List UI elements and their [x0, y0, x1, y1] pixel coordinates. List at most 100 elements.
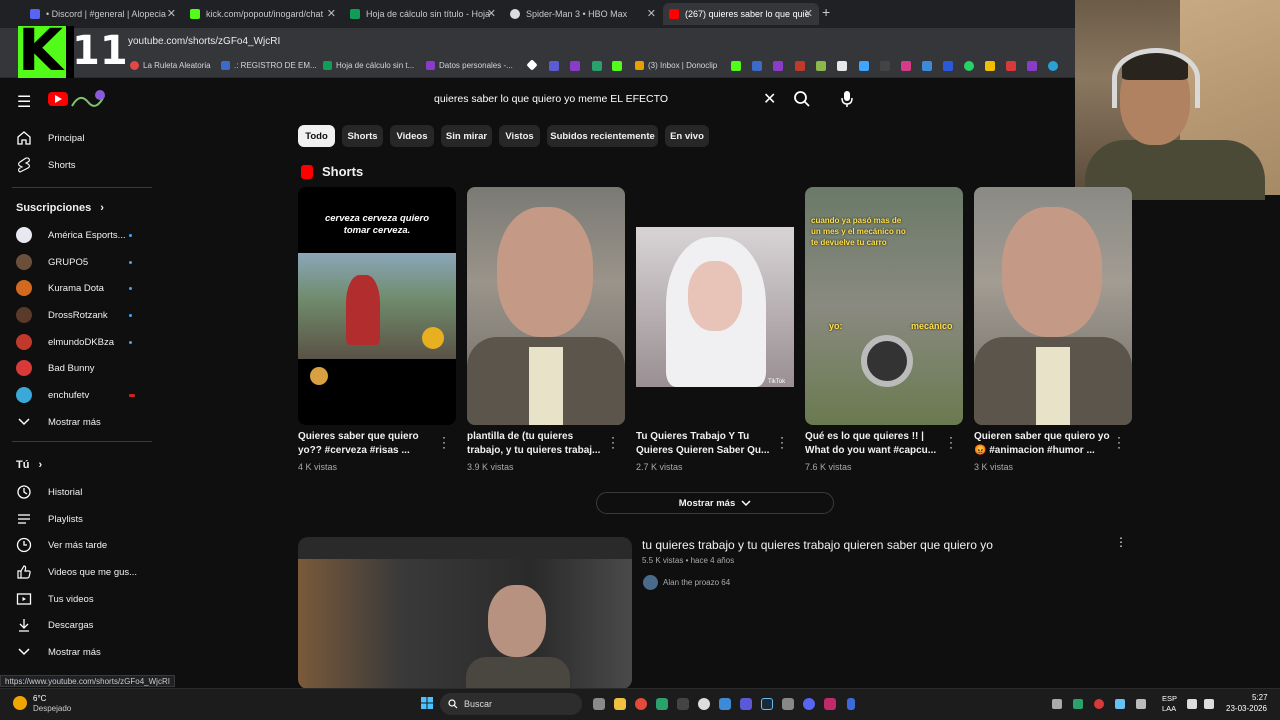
shorts-show-more-button[interactable]: Mostrar más [596, 492, 834, 514]
bookmark-icon[interactable] [773, 61, 783, 71]
app-icon[interactable] [782, 698, 794, 710]
bookmark-icon[interactable] [901, 61, 911, 71]
bookmark-icon[interactable] [795, 61, 805, 71]
short-thumbnail[interactable] [974, 187, 1132, 425]
app-icon[interactable] [847, 698, 855, 710]
more-options-icon[interactable]: ⋮ [1115, 535, 1127, 549]
search-input[interactable]: quieres saber lo que quiero yo meme EL E… [434, 93, 668, 105]
taskbar-search-input[interactable]: Buscar [464, 699, 492, 709]
discord-icon[interactable] [803, 698, 815, 710]
short-title[interactable]: plantilla de (tu quieres trabajo, y tu qu… [467, 430, 605, 458]
tray-icon[interactable] [1073, 699, 1083, 709]
sidebar-item-shorts[interactable]: Shorts [16, 156, 75, 174]
sidebar-sub-bad-bunny[interactable]: Bad Bunny [16, 359, 94, 377]
chrome-icon[interactable] [635, 698, 647, 710]
youtube-doodle-icon[interactable] [70, 88, 110, 110]
bookmark-registro[interactable]: .: REGISTRO DE EM... [221, 61, 317, 70]
chip-todo[interactable]: Todo [298, 125, 335, 147]
bookmark-icon[interactable] [837, 61, 847, 71]
menu-icon[interactable]: ☰ [17, 92, 31, 112]
clock-date[interactable]: 23-03-2026 [1226, 704, 1267, 713]
sidebar-sub-america-esports[interactable]: América Esports... [16, 226, 126, 244]
app-icon[interactable] [677, 698, 689, 710]
short-thumbnail[interactable] [467, 187, 625, 425]
sidebar-sub-enchufetv[interactable]: enchufetv [16, 386, 89, 404]
bookmark-hoja[interactable]: Hoja de cálculo sin t... [323, 61, 414, 70]
video-thumbnail[interactable] [298, 537, 632, 689]
short-title[interactable]: Qué es lo que quieres !! | What do you wa… [805, 430, 943, 458]
sidebar-sub-grupo5[interactable]: GRUPO5 [16, 253, 88, 271]
keyboard-layout[interactable]: LAA [1162, 704, 1176, 713]
bookmark-icon[interactable] [731, 61, 741, 71]
language-indicator[interactable]: ESP [1162, 694, 1177, 703]
app-icon[interactable] [824, 698, 836, 710]
chip-videos[interactable]: Videos [390, 125, 434, 147]
steam-icon[interactable] [761, 698, 773, 710]
close-tab-icon[interactable]: ✕ [327, 7, 336, 20]
channel-avatar[interactable] [643, 575, 658, 590]
steam-tray-icon[interactable] [1115, 699, 1125, 709]
sidebar-item-principal[interactable]: Principal [16, 129, 84, 147]
bookmark-icon[interactable] [880, 61, 890, 71]
bookmark-donoclip[interactable]: (3) Inbox | Donoclip [635, 61, 717, 70]
short-title[interactable]: Tu Quieres Trabajo Y Tu Quieres Quieren S… [636, 430, 774, 458]
task-view-icon[interactable] [593, 698, 605, 710]
sidebar-item-ver-mas-tarde[interactable]: Ver más tarde [16, 536, 107, 554]
more-options-icon[interactable]: · · · [440, 431, 448, 453]
more-options-icon[interactable]: · · · [609, 431, 617, 453]
app-icon[interactable] [698, 698, 710, 710]
search-icon[interactable] [793, 90, 811, 108]
chip-shorts[interactable]: Shorts [342, 125, 383, 147]
short-thumbnail[interactable]: cerveza cerveza quiero tomar cerveza. [298, 187, 456, 425]
wifi-icon[interactable] [1187, 699, 1197, 709]
microphone-icon[interactable] [840, 90, 854, 108]
tray-icon[interactable] [1094, 699, 1104, 709]
close-tab-icon[interactable]: ✕ [804, 7, 813, 20]
short-thumbnail[interactable]: cuando ya pasó mas de un mes y el mecáni… [805, 187, 963, 425]
bookmark-icon[interactable] [752, 61, 762, 71]
sidebar-you-show-more[interactable]: Mostrar más [16, 643, 101, 661]
sidebar-item-tus-videos[interactable]: Tus videos [16, 590, 94, 608]
tray-icon[interactable] [1052, 699, 1062, 709]
bookmark-icon[interactable] [570, 61, 580, 71]
more-options-icon[interactable]: · · · [1115, 431, 1123, 453]
video-title[interactable]: tu quieres trabajo y tu quieres trabajo … [642, 538, 993, 552]
subscriptions-header[interactable]: Suscripciones › [16, 202, 104, 214]
weather-icon[interactable] [13, 696, 27, 710]
sidebar-subs-show-more[interactable]: Mostrar más [16, 413, 101, 431]
windows-start-icon[interactable] [421, 697, 433, 709]
bookmark-datos[interactable]: Datos personales -... [426, 61, 513, 70]
volume-icon[interactable] [1204, 699, 1214, 709]
channel-name[interactable]: Alan the proazo 64 [663, 578, 730, 587]
bookmark-ruleta[interactable]: La Ruleta Aleatoria [130, 61, 211, 70]
telegram-icon[interactable] [1048, 61, 1058, 71]
close-tab-icon[interactable]: ✕ [487, 7, 496, 20]
close-tab-icon[interactable]: ✕ [167, 7, 176, 20]
whatsapp-icon[interactable] [964, 61, 974, 71]
bookmark-icon[interactable] [549, 61, 559, 71]
bookmark-icon[interactable] [859, 61, 869, 71]
sidebar-item-historial[interactable]: Historial [16, 483, 82, 501]
browser-tab-sheets[interactable]: Hoja de cálculo sin título - Hoja ✕ [344, 3, 502, 25]
app-icon[interactable] [656, 698, 668, 710]
short-thumbnail[interactable]: TikTok [636, 187, 794, 425]
bookmark-icon[interactable] [816, 61, 826, 71]
close-tab-icon[interactable]: ✕ [647, 7, 656, 20]
browser-tab-hbo[interactable]: Spider-Man 3 • HBO Max ✕ [504, 3, 662, 25]
sidebar-item-descargas[interactable]: Descargas [16, 616, 93, 634]
you-header[interactable]: Tú › [16, 459, 42, 471]
browser-tab-youtube[interactable]: (267) quieres saber lo que quie ✕ [663, 3, 819, 25]
taskbar-search[interactable] [440, 693, 582, 715]
new-tab-button[interactable]: + [822, 4, 830, 20]
sidebar-item-videos-que-me-gustan[interactable]: Videos que me gus... [16, 563, 137, 581]
clear-search-icon[interactable]: ✕ [763, 89, 776, 109]
sidebar-sub-drossrotzank[interactable]: DrossRotzank [16, 306, 108, 324]
chip-subidos-recientemente[interactable]: Subidos recientemente [547, 125, 658, 147]
app-icon[interactable] [740, 698, 752, 710]
clock-time[interactable]: 5:27 [1252, 693, 1268, 702]
bookmark-icon[interactable] [592, 61, 602, 71]
sidebar-sub-kurama-dota[interactable]: Kurama Dota [16, 279, 104, 297]
bookmark-icon[interactable] [1006, 61, 1016, 71]
browser-tab-kick[interactable]: kick.com/popout/inogard/chat ✕ [184, 3, 342, 25]
bookmark-icon[interactable] [985, 61, 995, 71]
